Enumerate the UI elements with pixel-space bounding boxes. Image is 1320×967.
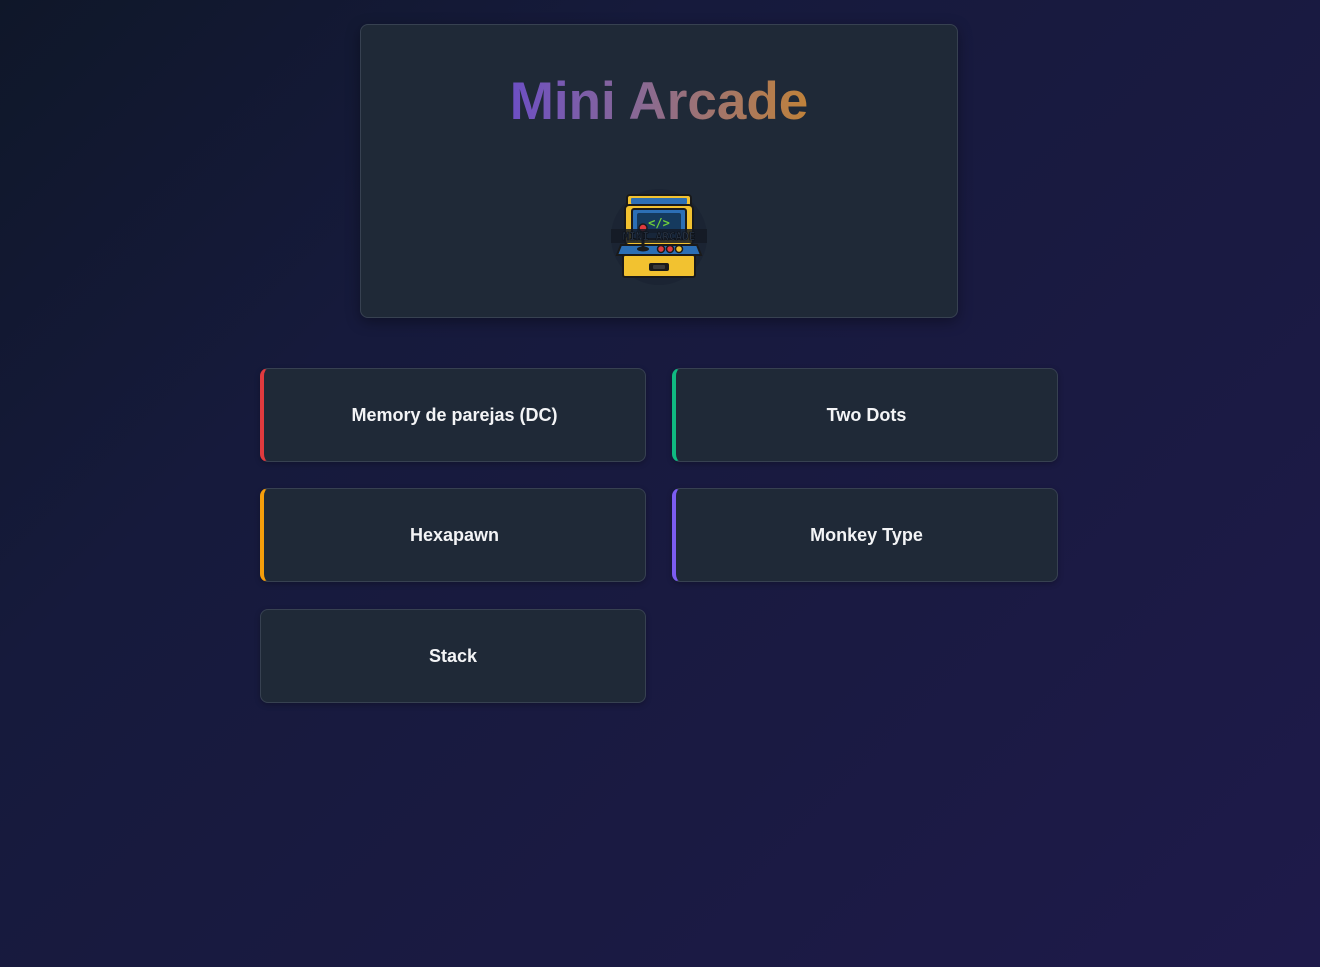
logo-text: MINI ARCADE xyxy=(623,230,696,243)
game-card-memory[interactable]: Memory de parejas (DC) xyxy=(260,368,646,462)
game-card-monkey-type[interactable]: Monkey Type xyxy=(672,488,1058,582)
header-card: Mini Arcade </> MINI ARCADE xyxy=(360,24,958,318)
game-card-hexapawn[interactable]: Hexapawn xyxy=(260,488,646,582)
game-label: Stack xyxy=(428,645,478,666)
game-label: Hexapawn xyxy=(409,524,500,545)
svg-text:</>: </> xyxy=(648,216,670,230)
game-label: Monkey Type xyxy=(810,524,923,545)
arcade-cabinet-icon: </> MINI ARCADE xyxy=(609,187,709,287)
game-label: Memory de parejas (DC) xyxy=(351,404,558,425)
page-title: Mini Arcade xyxy=(509,72,809,131)
game-card-stack[interactable]: Stack xyxy=(260,609,646,703)
game-card-two-dots[interactable]: Two Dots xyxy=(672,368,1058,462)
game-label: Two Dots xyxy=(826,404,907,425)
